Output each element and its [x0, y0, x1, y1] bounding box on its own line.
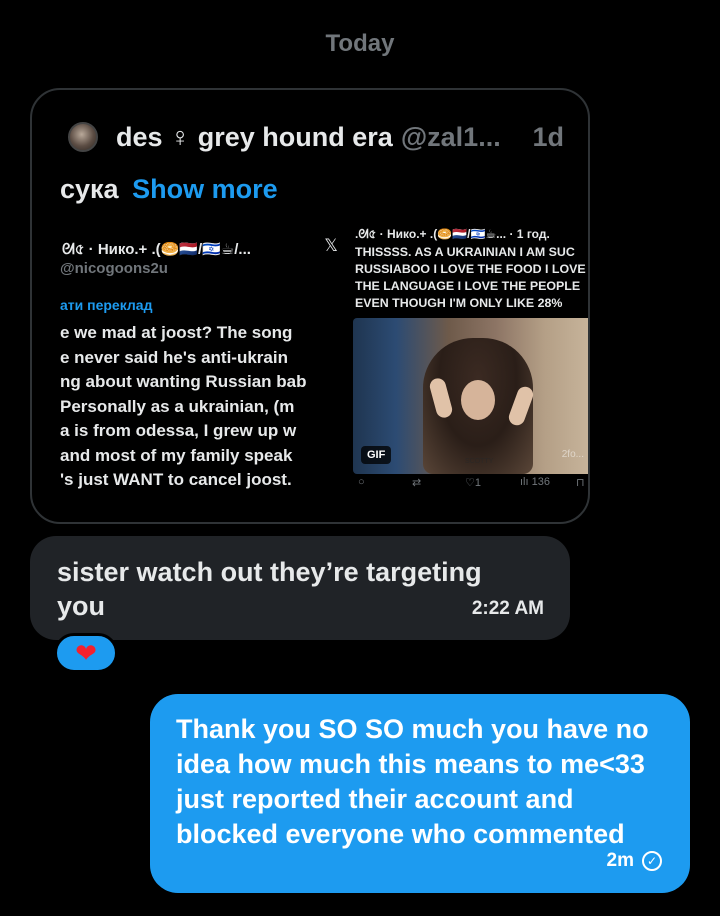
embedded-translate-link: ати переклад: [60, 297, 153, 313]
embedded-line: ng about wanting Russian bab: [60, 372, 307, 391]
retweet-icon: ⇄: [412, 477, 422, 489]
embedded-post-handle: @nicogoons2u: [60, 260, 168, 277]
embedded-line: THE LANGUAGE I LOVE THE PEOPLE: [355, 279, 581, 293]
sent-message-meta: 2m ✓: [607, 850, 662, 872]
day-separator: Today: [325, 30, 395, 57]
embedded-post-text: THISSSS. AS A UKRAINIAN I AM SUC RUSSIAB…: [355, 244, 588, 312]
received-message-time: 2:22 AM: [471, 598, 544, 619]
sent-message-time: 2m: [606, 850, 634, 871]
show-more-link[interactable]: Show more: [132, 174, 278, 204]
reply-icon: ○: [358, 476, 365, 488]
sent-message-text: Thank you SO SO much you have no idea ho…: [176, 714, 649, 849]
bookmark-icon: ⊓: [576, 477, 585, 489]
embedded-line: Personally as a ukrainian, (m: [60, 396, 295, 416]
embedded-line: e never said he's anti-ukrain: [60, 347, 288, 367]
received-message-bubble[interactable]: sister watch out they’re targeting you 2…: [30, 536, 570, 640]
embedded-line: and most of my family speak: [60, 445, 293, 465]
media-image-right[interactable]: .ᘛ৫ · Нико.+ .(🥯🇳🇱/🇮🇱☕... · 1 год. THISS…: [347, 222, 588, 490]
gif-caption: SCOTTY: [465, 458, 494, 465]
embedded-line: THISSSS. AS A UKRAINIAN I AM SUC: [355, 245, 575, 259]
views-count: ılı 136: [520, 476, 550, 488]
embedded-line: EVEN THOUGH I'M ONLY LIKE 28%: [355, 296, 563, 310]
tweet-text-body: сука: [60, 174, 119, 204]
message-reaction[interactable]: ❤: [54, 633, 118, 673]
embedded-action-bar: ○ ⇄ ♡1 ılı 136 ⊓: [60, 476, 588, 490]
avatar[interactable]: [68, 122, 98, 152]
embedded-line: RUSSIABOO I LOVE THE FOOD I LOVE: [355, 262, 586, 276]
tweet-media[interactable]: ᘛ৫ · Нико.+ .(🥯🇳🇱/🇮🇱☕/... 𝕏 @nicogoons2u…: [60, 222, 588, 490]
tweet-age: 1d: [532, 121, 564, 152]
shared-tweet-card[interactable]: des ♀ grey hound era @zal1... 1d сука Sh…: [30, 88, 590, 524]
x-logo-icon: 𝕏: [324, 236, 338, 255]
heart-icon: ❤: [75, 638, 97, 668]
views-count-value: 136: [531, 476, 550, 488]
media-image-left[interactable]: ᘛ৫ · Нико.+ .(🥯🇳🇱/🇮🇱☕/... 𝕏 @nicogoons2u…: [60, 222, 340, 490]
sent-message-bubble[interactable]: Thank you SO SO much you have no idea ho…: [150, 694, 690, 893]
tweet-author-name: des ♀ grey hound era: [116, 121, 393, 152]
embedded-post-header: .ᘛ৫ · Нико.+ .(🥯🇳🇱/🇮🇱☕... · 1 год.: [355, 227, 550, 241]
tweet-header: des ♀ grey hound era @zal1... 1d: [68, 120, 564, 154]
like-count-value: 1: [474, 477, 481, 489]
like-count: ♡1: [465, 477, 481, 489]
read-receipt-icon: ✓: [642, 851, 662, 871]
received-message-text: sister watch out they’re targeting you: [57, 557, 482, 621]
gif-face: [461, 380, 495, 420]
tweet-text: сука Show more: [60, 174, 278, 205]
tweet-author-handle: @zal1...: [400, 121, 501, 152]
embedded-gif: GIF 2fo... SCOTTY: [353, 318, 588, 474]
gif-badge: GIF: [361, 446, 392, 464]
embedded-line: e we mad at joost? The song: [60, 323, 293, 342]
gif-watermark: 2fo...: [561, 449, 584, 460]
embedded-post-text: e we mad at joost? The song e never said…: [60, 321, 340, 490]
embedded-line: a is from odessa, I grew up w: [60, 421, 297, 440]
